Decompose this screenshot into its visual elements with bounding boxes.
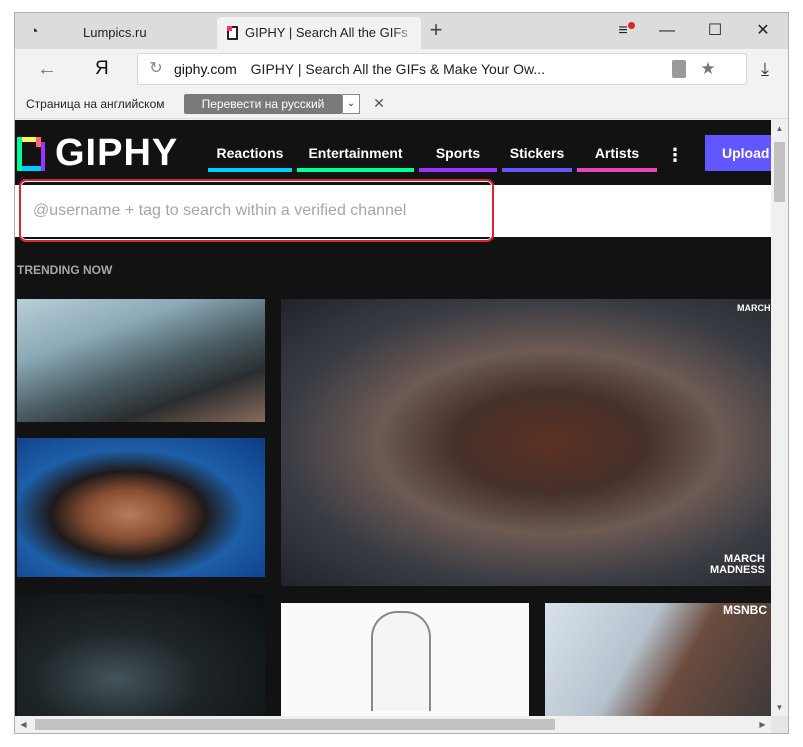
scroll-up-icon[interactable]: ▲: [771, 120, 788, 137]
nav-reactions[interactable]: Reactions: [208, 142, 292, 172]
nav-label: Artists: [594, 145, 640, 161]
nav-underline: [577, 168, 657, 172]
nav-artists[interactable]: Artists: [577, 142, 657, 172]
more-vertical-icon[interactable]: ⋮: [665, 144, 685, 166]
address-bar[interactable]: ↻ giphy.com GIPHY | Search All the GIFs …: [137, 53, 747, 85]
nav-stickers[interactable]: Stickers: [502, 142, 572, 172]
scroll-right-icon[interactable]: ▶: [754, 716, 771, 733]
arrow-left-icon[interactable]: ←: [35, 57, 59, 81]
scrollbar-corner: [771, 716, 788, 733]
chevron-down-icon[interactable]: ⌄: [342, 94, 360, 114]
scrollbar-thumb[interactable]: [774, 142, 785, 202]
fist-illustration: [371, 611, 431, 711]
translate-button[interactable]: Перевести на русский: [184, 94, 342, 114]
translate-bar: Страница на английском Перевести на русс…: [15, 89, 788, 119]
tab-strip: ◔ Lumpics.ru GIPHY | Search All the GIFs…: [15, 13, 788, 49]
browser-logo-icon[interactable]: ◔: [21, 21, 47, 43]
nav-label: Sports: [435, 145, 481, 161]
nav-entertainment[interactable]: Entertainment: [297, 142, 414, 172]
close-icon[interactable]: ✕: [371, 93, 387, 113]
minimize-button[interactable]: —: [647, 19, 687, 43]
nav-underline: [297, 168, 414, 172]
msnbc-badge: MSNBC: [723, 603, 767, 617]
plus-icon[interactable]: +: [425, 19, 447, 41]
giphy-logo-text: GIPHY: [55, 132, 179, 174]
translate-label: Страница на английском: [26, 97, 165, 111]
maximize-icon: ☐: [707, 22, 723, 39]
search-bar: [15, 185, 771, 237]
march-madness-badge: MARCH MADNESS: [709, 553, 765, 576]
scroll-left-icon[interactable]: ◀: [15, 716, 32, 733]
nav-label: Stickers: [509, 145, 565, 161]
march-madness-badge-top: MARCH: [737, 303, 771, 313]
page-viewport: GIPHY Reactions Entertainment Sports Sti…: [15, 120, 771, 716]
nav-underline: [208, 168, 292, 172]
maximize-button[interactable]: ☐: [695, 19, 735, 43]
url-page-title: GIPHY | Search All the GIFs & Make Your …: [250, 61, 546, 77]
gif-thumbnail[interactable]: [17, 438, 265, 577]
download-icon[interactable]: ⤓: [753, 55, 777, 83]
search-input[interactable]: [21, 185, 491, 237]
close-icon: ✕: [756, 22, 770, 39]
address-row: ← Я ↻ giphy.com GIPHY | Search All the G…: [15, 49, 788, 89]
tab-giphy[interactable]: GIPHY | Search All the GIFs: [217, 17, 421, 49]
horizontal-scrollbar[interactable]: ◀ ▶: [15, 716, 771, 733]
giphy-favicon-icon: [227, 26, 238, 40]
nav-label: Entertainment: [308, 145, 403, 161]
tab-lumpics[interactable]: Lumpics.ru: [51, 17, 217, 49]
lock-icon[interactable]: [672, 60, 686, 78]
yandex-logo-icon[interactable]: Я: [95, 56, 117, 82]
browser-window: ◔ Lumpics.ru GIPHY | Search All the GIFs…: [14, 12, 789, 734]
trending-heading: TRENDING NOW: [17, 263, 113, 277]
scrollbar-thumb[interactable]: [35, 719, 555, 730]
close-button[interactable]: ✕: [743, 19, 783, 43]
nav-label: Reactions: [216, 145, 284, 161]
gif-thumbnail[interactable]: MARCH MARCH MADNESS: [281, 299, 771, 586]
nav-underline: [419, 168, 497, 172]
settings-menu-button[interactable]: ≡: [603, 19, 643, 43]
reload-icon[interactable]: ↻: [146, 58, 166, 80]
notification-dot: [628, 22, 635, 29]
gif-thumbnail[interactable]: [17, 299, 265, 422]
hamburger-menu-icon: ≡: [618, 22, 628, 39]
upload-button[interactable]: Upload: [705, 135, 771, 171]
star-icon[interactable]: ★: [698, 58, 718, 80]
vertical-scrollbar[interactable]: ▲ ▼: [771, 120, 788, 716]
url-text[interactable]: giphy.com GIPHY | Search All the GIFs & …: [174, 54, 545, 84]
gif-thumbnail[interactable]: [17, 594, 265, 716]
gif-thumbnail[interactable]: [281, 603, 529, 716]
scroll-down-icon[interactable]: ▼: [771, 699, 788, 716]
gif-thumbnail[interactable]: MSNBC: [545, 603, 771, 716]
nav-underline: [502, 168, 572, 172]
tab-title-fade: [391, 17, 421, 49]
minimize-icon: —: [659, 22, 675, 39]
tab-title: Lumpics.ru: [83, 25, 147, 40]
url-domain: giphy.com: [174, 61, 237, 77]
tab-title: GIPHY | Search All the GIFs: [245, 25, 408, 40]
nav-sports[interactable]: Sports: [419, 142, 497, 172]
giphy-logo-icon: [17, 137, 45, 171]
